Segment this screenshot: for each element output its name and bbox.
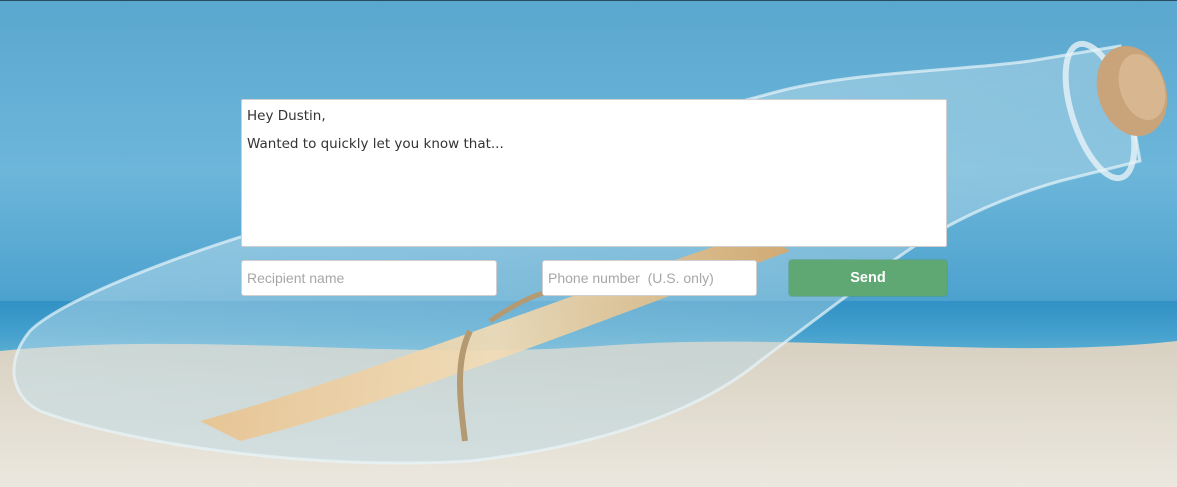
message-textarea[interactable]: Hey Dustin, Wanted to quickly let you kn…: [241, 99, 947, 247]
send-button[interactable]: Send: [789, 260, 947, 296]
recipient-name-input[interactable]: [241, 260, 497, 296]
phone-number-input[interactable]: [542, 260, 757, 296]
message-greeting: Hey Dustin,: [247, 108, 326, 124]
message-body: Wanted to quickly let you know that...: [247, 136, 504, 152]
